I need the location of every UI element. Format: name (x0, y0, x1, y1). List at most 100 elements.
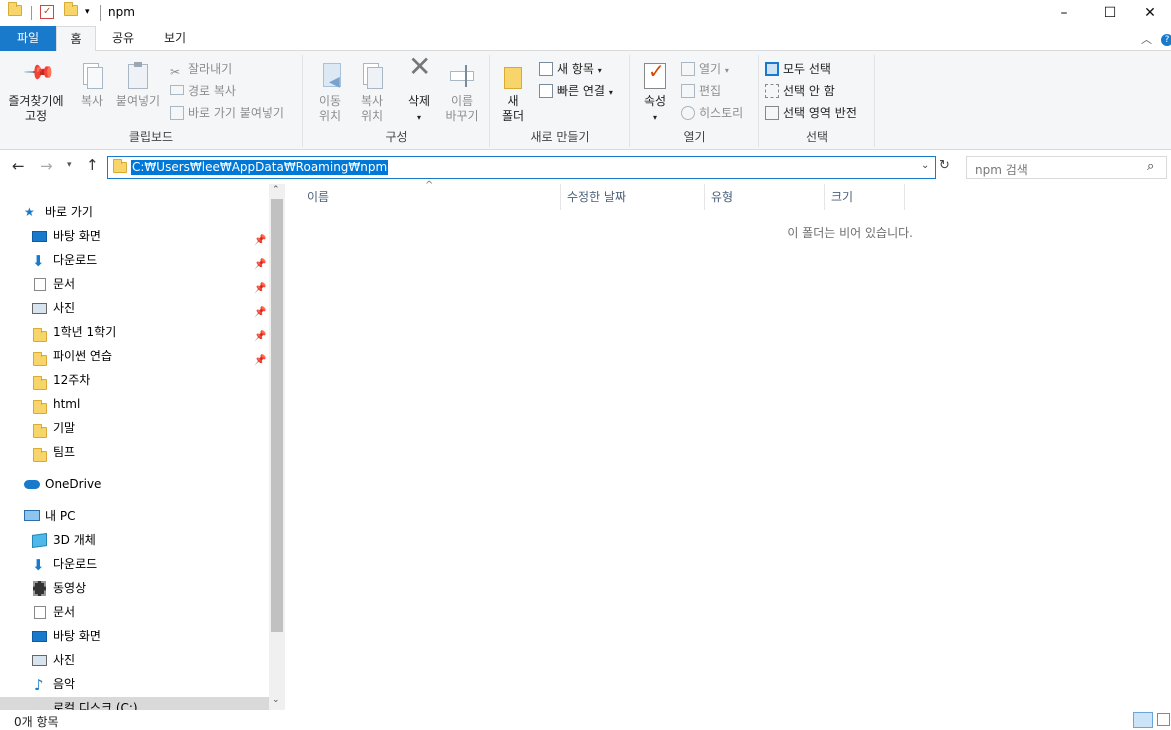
nav-item-videos[interactable]: 동영상 (32, 577, 86, 599)
cut-button[interactable]: ✂ 잘라내기 (170, 60, 232, 79)
history-button[interactable]: 히스토리 (681, 104, 743, 122)
cloud-icon (24, 480, 40, 489)
column-date-modified[interactable]: 수정한 날짜 (561, 184, 705, 210)
new-group: 새 폴더 새 항목 ▾ 빠른 연결 ▾ 새로 만들기 (491, 55, 630, 147)
computer-icon (24, 510, 40, 521)
nav-item-music[interactable]: ♪ 음악 (32, 673, 75, 695)
up-arrow-icon[interactable]: ↑ (86, 156, 99, 174)
close-button[interactable]: ✕ (1129, 0, 1171, 26)
document-icon (34, 606, 46, 619)
nav-item-folder[interactable]: 1학년 1학기 📌 (32, 321, 272, 343)
desktop-icon (32, 631, 47, 642)
folder-icon (8, 2, 22, 19)
clipboard-group: 📌 즐겨찾기에 고정 복사 붙여넣기 ✂ 잘라내기 경로 복사 바로 가기 붙여넣… (0, 55, 303, 147)
pin-icon[interactable]: 📌 (254, 254, 266, 270)
column-size[interactable]: 크기 (825, 184, 905, 210)
back-arrow-icon[interactable]: ← (12, 157, 25, 175)
details-view-icon[interactable] (1133, 712, 1153, 728)
tab-view[interactable]: 보기 (152, 26, 198, 51)
large-icons-view-icon[interactable] (1157, 713, 1170, 726)
nav-item-desktop[interactable]: 바탕 화면 (32, 625, 101, 647)
nav-item-pictures[interactable]: 사진 📌 (32, 297, 272, 319)
properties-button[interactable]: ✓ 속성 ▾ (637, 61, 673, 125)
pin-icon[interactable]: 📌 (254, 326, 266, 342)
desktop-icon (32, 231, 47, 242)
select-none-icon (765, 84, 779, 98)
delete-button[interactable]: ✕ 삭제 ▾ (400, 53, 438, 125)
paste-shortcut-button[interactable]: 바로 가기 붙여넣기 (170, 104, 284, 122)
download-arrow-icon: ⬇ (32, 252, 45, 270)
pin-icon[interactable]: 📌 (254, 278, 266, 294)
refresh-icon[interactable]: ↻ (939, 158, 950, 173)
select-all-icon (765, 62, 779, 76)
column-name[interactable]: 이름 (301, 184, 561, 210)
scrollbar-thumb[interactable] (271, 199, 283, 632)
select-none-button[interactable]: 선택 안 함 (765, 82, 835, 100)
search-box[interactable]: npm 검색 ⌕ (966, 156, 1167, 179)
ribbon: 📌 즐겨찾기에 고정 복사 붙여넣기 ✂ 잘라내기 경로 복사 바로 가기 붙여넣… (0, 51, 1171, 150)
copy-path-button[interactable]: 경로 복사 (170, 82, 236, 100)
customize-quick-access-icon[interactable]: ▾ (85, 7, 90, 17)
minimize-button[interactable]: – (1041, 0, 1087, 26)
new-group-label: 새로 만들기 (530, 130, 590, 144)
pin-icon[interactable]: 📌 (254, 230, 266, 246)
copy-to-button[interactable]: 복사 위치 (352, 61, 392, 124)
nav-item-local-disk[interactable]: ▪로컬 디스크 (C:) (0, 697, 269, 710)
column-type[interactable]: 유형 (705, 184, 825, 210)
nav-item-downloads[interactable]: ⬇ 다운로드 📌 (32, 249, 272, 271)
nav-item-folder[interactable]: 기말 (32, 417, 75, 439)
properties-icon[interactable]: ✓ (40, 5, 54, 19)
select-group-label: 선택 (805, 130, 829, 144)
nav-quick-access[interactable]: ★ 바로 가기 (24, 201, 93, 223)
nav-item-downloads[interactable]: ⬇ 다운로드 (32, 553, 97, 575)
nav-item-folder[interactable]: 팀프 (32, 441, 75, 463)
scroll-up-icon[interactable]: ⌃ (272, 185, 280, 195)
nav-this-pc[interactable]: 내 PC (24, 505, 75, 527)
pin-quick-access-button[interactable]: 📌 즐겨찾기에 고정 (4, 55, 68, 124)
folder-icon (33, 399, 48, 414)
open-group-label: 열기 (683, 130, 706, 144)
scroll-down-icon[interactable]: ⌄ (272, 695, 280, 705)
nav-item-folder[interactable]: 12주차 (32, 369, 90, 391)
nav-item-pictures[interactable]: 사진 (32, 649, 75, 671)
nav-item-folder[interactable]: 파이썬 연습 📌 (32, 345, 272, 367)
select-all-button[interactable]: 모두 선택 (765, 60, 831, 78)
edit-button[interactable]: 편집 (681, 82, 721, 100)
tab-home[interactable]: 홈 (56, 26, 96, 52)
easy-access-button[interactable]: 빠른 연결 ▾ (539, 82, 613, 100)
nav-onedrive[interactable]: OneDrive (24, 473, 101, 495)
paste-shortcut-icon (170, 106, 184, 120)
maximize-button[interactable]: ☐ (1087, 0, 1133, 26)
forward-arrow-icon[interactable]: → (40, 157, 53, 175)
nav-item-documents[interactable]: 문서 (32, 601, 75, 623)
help-icon[interactable]: ? (1161, 34, 1171, 46)
open-button[interactable]: 열기 ▾ (681, 60, 729, 78)
address-path[interactable]: C:₩Users₩lee₩AppData₩Roaming₩npm (131, 160, 389, 175)
nav-item-3d-objects[interactable]: 3D 개체 (32, 529, 96, 551)
pin-icon[interactable]: 📌 (254, 350, 266, 366)
new-folder-icon[interactable] (64, 2, 78, 19)
pin-icon[interactable]: 📌 (254, 302, 266, 318)
new-item-button[interactable]: 새 항목 ▾ (539, 60, 602, 78)
move-to-button[interactable]: ◀ 이동 위치 (310, 61, 350, 124)
nav-item-documents[interactable]: 문서 📌 (32, 273, 272, 295)
ribbon-tabs: 파일 홈 공유 보기 ︿ ? (0, 26, 1171, 52)
address-dropdown-icon[interactable]: ⌄ (921, 160, 929, 171)
search-icon[interactable]: ⌕ (1147, 159, 1154, 174)
invert-selection-button[interactable]: 선택 영역 반전 (765, 104, 857, 122)
rename-button[interactable]: 이름 바꾸기 (440, 61, 484, 124)
nav-item-desktop[interactable]: 바탕 화면 📌 (32, 225, 272, 247)
collapse-ribbon-icon[interactable]: ︿ (1141, 31, 1152, 47)
tab-share[interactable]: 공유 (100, 26, 146, 51)
folder-icon (33, 351, 48, 366)
item-count: 0개 항목 (14, 715, 59, 729)
paste-button[interactable]: 붙여넣기 (112, 61, 164, 109)
recent-locations-icon[interactable]: ▾ (67, 160, 72, 170)
address-bar[interactable]: C:₩Users₩lee₩AppData₩Roaming₩npm ⌄ (107, 156, 936, 179)
nav-item-folder[interactable]: html (32, 393, 80, 415)
tab-file[interactable]: 파일 (0, 26, 56, 51)
music-note-icon: ♪ (34, 676, 44, 694)
pictures-icon (32, 303, 47, 314)
copy-button[interactable]: 복사 (74, 61, 110, 109)
new-folder-button[interactable]: 새 폴더 (497, 61, 529, 124)
